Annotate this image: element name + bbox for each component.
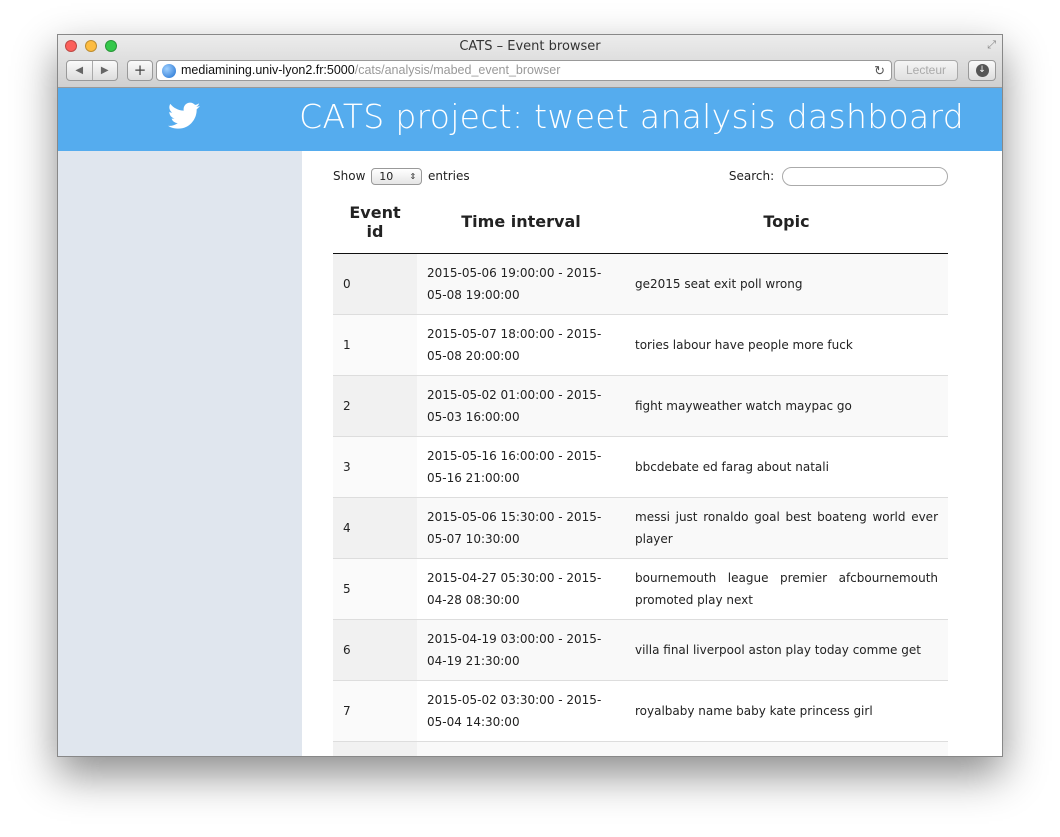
entries-length-control: Show 10 ⇕ entries — [333, 168, 470, 185]
time-interval-cell: 2015-04-27 05:30:00 - 2015-04-28 08:30:0… — [417, 557, 625, 619]
table-row[interactable]: 2015-05-07 17:30:00 - 2015-05-08 — [333, 740, 948, 756]
sidebar — [58, 151, 302, 756]
back-button[interactable]: ◀ — [67, 61, 93, 80]
page-header: CATS project: tweet analysis dashboard — [58, 88, 1002, 151]
time-interval-cell: 2015-05-02 01:00:00 - 2015-05-03 16:00:0… — [417, 374, 625, 436]
event-id-cell: 1 — [333, 313, 417, 375]
browser-window: CATS – Event browser ⤢ ◀ ▶ + mediamining… — [57, 34, 1003, 757]
time-interval-cell: 2015-05-02 03:30:00 - 2015-05-04 14:30:0… — [417, 679, 625, 741]
event-id-cell: 6 — [333, 618, 417, 680]
column-header-event-id[interactable]: Event id — [333, 191, 417, 254]
time-interval-cell: 2015-05-16 16:00:00 - 2015-05-16 21:00:0… — [417, 435, 625, 497]
topic-cell: bbcdebate ed farag about natali — [625, 435, 948, 497]
entries-label: entries — [428, 169, 470, 183]
events-table: Event id Time interval Topic 0 2015-05-06… — [333, 191, 948, 756]
time-interval-cell: 2015-05-07 17:30:00 - 2015-05-08 — [417, 740, 625, 756]
download-icon: ↓ — [975, 64, 989, 77]
url-path: /cats/analysis/mabed_event_browser — [354, 63, 561, 77]
nav-buttons: ◀ ▶ — [66, 60, 118, 81]
entries-select-value: 10 — [379, 170, 394, 183]
topic-cell: tories labour have people more fuck — [625, 313, 948, 375]
entries-select[interactable]: 10 ⇕ — [371, 168, 423, 185]
table-row[interactable]: 5 2015-04-27 05:30:00 - 2015-04-28 08:30:… — [333, 557, 948, 619]
show-label: Show — [333, 169, 366, 183]
time-interval-cell: 2015-05-06 19:00:00 - 2015-05-08 19:00:0… — [417, 252, 625, 314]
event-id-cell: 7 — [333, 679, 417, 741]
fullscreen-icon[interactable]: ⤢ — [987, 38, 996, 52]
page-title: CATS project: tweet analysis dashboard — [299, 97, 964, 136]
event-id-cell: 5 — [333, 557, 417, 619]
select-arrows-icon: ⇕ — [409, 172, 417, 181]
forward-button[interactable]: ▶ — [93, 61, 118, 80]
column-header-time-interval[interactable]: Time interval — [417, 191, 625, 254]
event-id-cell: 3 — [333, 435, 417, 497]
search-control: Search: — [729, 167, 948, 186]
topic-cell: ge2015 seat exit poll wrong — [625, 252, 948, 314]
topic-cell: villa final liverpool aston play today c… — [625, 618, 948, 680]
topic-cell: messi just ronaldo goal best boateng wor… — [625, 496, 948, 558]
topic-cell — [625, 740, 948, 756]
twitter-bird-icon — [168, 102, 200, 129]
table-row[interactable]: 3 2015-05-16 16:00:00 - 2015-05-16 21:00:… — [333, 435, 948, 497]
window-title: CATS – Event browser — [459, 39, 601, 54]
table-row[interactable]: 1 2015-05-07 18:00:00 - 2015-05-08 20:00:… — [333, 313, 948, 375]
browser-toolbar: CATS – Event browser ⤢ ◀ ▶ + mediamining… — [58, 35, 1002, 88]
table-row[interactable]: 6 2015-04-19 03:00:00 - 2015-04-19 21:30:… — [333, 618, 948, 680]
topic-cell: fight mayweather watch maypac go — [625, 374, 948, 436]
time-interval-cell: 2015-04-19 03:00:00 - 2015-04-19 21:30:0… — [417, 618, 625, 680]
url-host: mediamining.univ-lyon2.fr:5000 — [181, 63, 355, 77]
event-id-cell: 4 — [333, 496, 417, 558]
time-interval-cell: 2015-05-06 15:30:00 - 2015-05-07 10:30:0… — [417, 496, 625, 558]
search-label: Search: — [728, 169, 775, 183]
event-id-cell — [333, 740, 417, 756]
event-table-panel: Show 10 ⇕ entries Search: Event id Time i… — [333, 151, 948, 756]
globe-icon — [162, 64, 176, 78]
downloads-button[interactable]: ↓ — [968, 60, 996, 81]
search-input[interactable] — [782, 167, 948, 186]
address-bar[interactable]: mediamining.univ-lyon2.fr:5000/cats/anal… — [156, 60, 892, 81]
column-header-topic[interactable]: Topic — [625, 191, 948, 254]
topic-cell: royalbaby name baby kate princess girl — [625, 679, 948, 741]
event-id-cell: 0 — [333, 252, 417, 314]
table-row[interactable]: 7 2015-05-02 03:30:00 - 2015-05-04 14:30:… — [333, 679, 948, 741]
reader-button[interactable]: Lecteur — [894, 60, 958, 81]
topic-cell: bournemouth league premier afcbournemout… — [625, 557, 948, 619]
table-row[interactable]: 0 2015-05-06 19:00:00 - 2015-05-08 19:00:… — [333, 252, 948, 314]
table-row[interactable]: 2 2015-05-02 01:00:00 - 2015-05-03 16:00:… — [333, 374, 948, 436]
table-row[interactable]: 4 2015-05-06 15:30:00 - 2015-05-07 10:30:… — [333, 496, 948, 558]
reload-icon[interactable]: ↻ — [874, 61, 885, 80]
new-tab-button[interactable]: + — [127, 60, 153, 81]
time-interval-cell: 2015-05-07 18:00:00 - 2015-05-08 20:00:0… — [417, 313, 625, 375]
event-id-cell: 2 — [333, 374, 417, 436]
